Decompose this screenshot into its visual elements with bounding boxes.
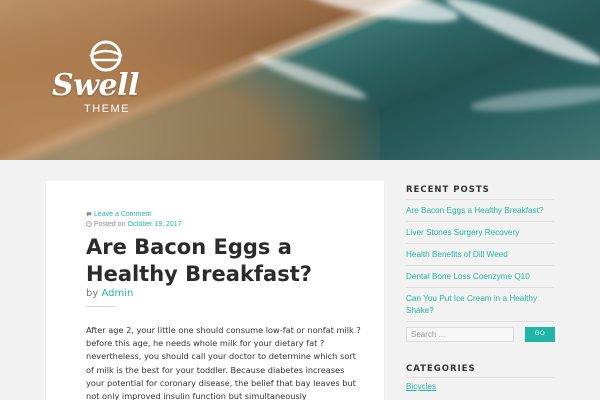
recent-post-link[interactable]: Can You Put Ice Cream in a Healthy Shake…: [406, 293, 554, 317]
post-date-meta: Posted on October 19, 2017: [86, 221, 182, 228]
comment-icon: [86, 212, 92, 217]
recent-posts-heading: RECENT POSTS: [406, 185, 490, 195]
leave-comment-link[interactable]: Leave a Comment: [94, 211, 151, 218]
list-item: Can You Put Ice Cream in a Healthy Shake…: [406, 288, 554, 322]
wave-foam: [442, 0, 600, 74]
post-excerpt: After age 2, your little one should cons…: [86, 325, 361, 400]
categories-heading: CATEGORIES: [406, 364, 476, 374]
title-divider: [86, 306, 116, 307]
recent-post-link[interactable]: Are Bacon Eggs a Healthy Breakfast?: [406, 205, 554, 217]
post-byline: by Admin: [86, 288, 133, 299]
category-link[interactable]: Bicycles: [406, 382, 436, 391]
recent-post-link[interactable]: Liver Stones Surgery Recovery: [406, 227, 554, 239]
recent-posts-list: Are Bacon Eggs a Healthy Breakfast? Live…: [406, 200, 554, 322]
search-button[interactable]: GO: [525, 327, 555, 342]
site-title[interactable]: Swell: [52, 68, 139, 103]
posted-prefix: Posted on: [94, 221, 126, 228]
post-date-link[interactable]: October 19, 2017: [127, 221, 181, 228]
site-tagline: THEME: [84, 103, 130, 115]
search-input[interactable]: Search ...: [406, 327, 514, 342]
author-link[interactable]: Admin: [101, 288, 133, 299]
recent-post-link[interactable]: Dental Bone Loss Coenzyme Q10: [406, 271, 554, 283]
recent-post-link[interactable]: Health Benefits of Dill Weed: [406, 249, 554, 261]
list-item: Liver Stones Surgery Recovery: [406, 222, 554, 244]
byline-prefix: by: [86, 288, 99, 299]
list-item: Are Bacon Eggs a Healthy Breakfast?: [406, 200, 554, 222]
clock-icon: [86, 221, 92, 227]
header-banner: Swell THEME: [0, 0, 600, 160]
list-item: Dental Bone Loss Coenzyme Q10: [406, 266, 554, 288]
list-item: Health Benefits of Dill Weed: [406, 244, 554, 266]
widget-divider: [406, 377, 554, 378]
post-comment-meta: Leave a Comment: [86, 211, 151, 218]
post-title[interactable]: Are Bacon Eggs a Healthy Breakfast?: [86, 234, 366, 288]
wave-foam: [469, 82, 600, 116]
